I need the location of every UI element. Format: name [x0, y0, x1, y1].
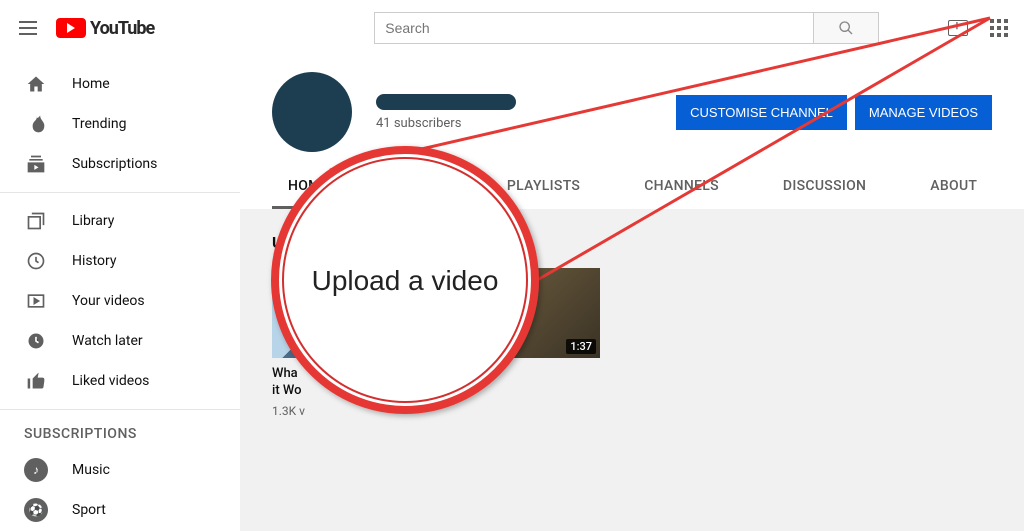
video-thumbnail [272, 268, 432, 358]
apps-icon[interactable] [990, 19, 1008, 37]
logo-text: YouTube [90, 18, 154, 39]
video-duration: 1:37 [566, 339, 596, 354]
sidebar-item-history[interactable]: History [0, 241, 240, 281]
watch-later-icon [24, 329, 48, 353]
customise-channel-button[interactable]: CUSTOMISE CHANNEL [676, 95, 847, 130]
music-icon: ♪ [24, 458, 48, 482]
sport-icon: ⚽ [24, 498, 48, 522]
manage-videos-button[interactable]: MANAGE VIDEOS [855, 95, 992, 130]
divider [0, 192, 240, 193]
subscriber-count: 41 subscribers [376, 116, 516, 131]
sidebar-item-music[interactable]: ♪ Music [0, 450, 240, 490]
sidebar-item-label: Library [72, 213, 114, 229]
home-icon [24, 72, 48, 96]
tab-videos[interactable]: VIDEOS [377, 166, 459, 209]
liked-icon [24, 369, 48, 393]
play-icon [56, 18, 86, 38]
sidebar: Home Trending Subscriptions Library Hist… [0, 56, 240, 531]
search-form [374, 12, 879, 44]
tab-channels[interactable]: CHANNELS [628, 166, 735, 209]
sidebar-item-sport[interactable]: ⚽ Sport [0, 490, 240, 530]
channel-content: Uploads Whait Wo 1.3K v 1:37 [240, 209, 1024, 442]
sidebar-item-label: Music [72, 462, 110, 478]
video-meta: 1.3K v [272, 404, 432, 418]
sidebar-item-label: Subscriptions [72, 156, 157, 172]
youtube-logo[interactable]: YouTube [56, 18, 154, 39]
channel-info-row: 41 subscribers CUSTOMISE CHANNEL MANAGE … [272, 72, 992, 152]
channel-meta: 41 subscribers [376, 94, 516, 131]
sidebar-item-subscriptions[interactable]: Subscriptions [0, 144, 240, 184]
video-card[interactable]: Whait Wo 1.3K v [272, 268, 432, 418]
main-content: 41 subscribers CUSTOMISE CHANNEL MANAGE … [240, 56, 1024, 531]
video-thumbnail: 1:37 [440, 268, 600, 358]
your-videos-icon [24, 289, 48, 313]
tab-about[interactable]: ABOUT [914, 166, 993, 209]
tab-playlists[interactable]: PLAYLISTS [491, 166, 596, 209]
sidebar-item-label: Watch later [72, 333, 143, 349]
uploads-heading: Uploads [272, 233, 992, 252]
trending-icon [24, 112, 48, 136]
sidebar-item-liked[interactable]: Liked videos [0, 361, 240, 401]
library-icon [24, 209, 48, 233]
divider [0, 409, 240, 410]
menu-button[interactable] [16, 16, 40, 40]
uploads-row: Whait Wo 1.3K v 1:37 [272, 268, 992, 418]
sidebar-item-library[interactable]: Library [0, 201, 240, 241]
sidebar-item-trending[interactable]: Trending [0, 104, 240, 144]
sidebar-item-label: Sport [72, 502, 106, 518]
sidebar-item-label: Trending [72, 116, 127, 132]
video-card[interactable]: 1:37 [440, 268, 600, 418]
sidebar-item-watch-later[interactable]: Watch later [0, 321, 240, 361]
create-video-icon[interactable] [946, 20, 970, 36]
channel-name-redacted [376, 94, 516, 110]
sidebar-item-home[interactable]: Home [0, 64, 240, 104]
video-title: Whait Wo [272, 366, 432, 400]
tab-discussion[interactable]: DISCUSSION [767, 166, 882, 209]
header-actions [946, 19, 1008, 37]
search-icon [838, 20, 854, 36]
sidebar-item-label: Your videos [72, 293, 145, 309]
sidebar-item-your-videos[interactable]: Your videos [0, 281, 240, 321]
sidebar-item-label: Home [72, 76, 110, 92]
sidebar-item-label: History [72, 253, 117, 269]
subscriptions-icon [24, 152, 48, 176]
channel-header: 41 subscribers CUSTOMISE CHANNEL MANAGE … [240, 56, 1024, 209]
subscriptions-heading: SUBSCRIPTIONS [0, 418, 240, 450]
channel-tabs: HOME VIDEOS PLAYLISTS CHANNELS DISCUSSIO… [272, 166, 992, 209]
tab-home[interactable]: HOME [272, 166, 345, 209]
channel-actions: CUSTOMISE CHANNEL MANAGE VIDEOS [676, 95, 992, 130]
history-icon [24, 249, 48, 273]
header: YouTube [0, 0, 1024, 56]
sidebar-item-label: Liked videos [72, 373, 149, 389]
search-button[interactable] [814, 12, 879, 44]
search-input[interactable] [374, 12, 814, 44]
channel-avatar[interactable] [272, 72, 352, 152]
